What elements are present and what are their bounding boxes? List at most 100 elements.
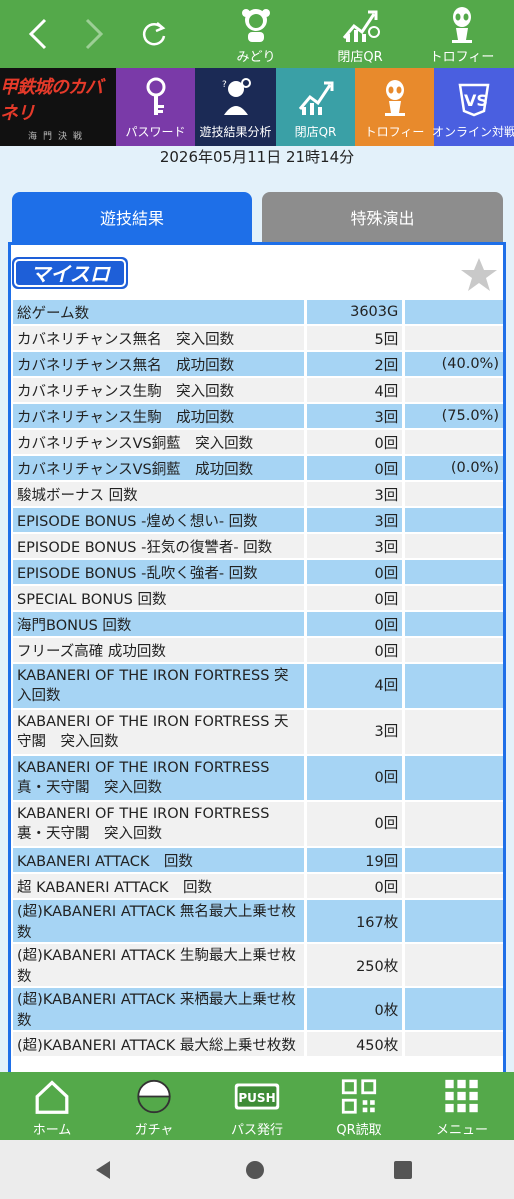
tab-special-effects[interactable]: 特殊演出 [262,192,503,242]
row-percentage [402,848,503,872]
table-row: (超)KABANERI ATTACK 生駒最大上乗せ枚数 250枚 [13,944,503,986]
home-icon [35,1080,69,1114]
row-percentage [402,874,503,898]
row-label: SPECIAL BONUS 回数 [13,586,304,610]
row-percentage: (75.0%) [402,404,503,428]
row-value: 167枚 [303,900,403,942]
row-value: 4回 [303,378,403,402]
system-recents-icon[interactable] [391,1158,415,1182]
trophy-label: トロフィー [429,50,495,65]
row-percentage [402,378,503,402]
grid-menu-icon [445,1079,478,1113]
row-value: 5回 [303,326,403,350]
row-percentage [402,664,503,708]
row-value: 0回 [303,874,403,898]
forward-button[interactable] [72,12,116,56]
row-percentage [402,612,503,636]
row-label: カバネリチャンス生駒 突入回数 [13,378,304,402]
pass-issue-label: パス発行 [230,1123,283,1138]
online-battle-tile[interactable]: VS オンライン対戦 [432,68,514,146]
closing-qr-button[interactable]: 閉店QR [312,4,408,66]
row-label: KABANERI OF THE IRON FORTRESS 天守閣 突入回数 [13,710,304,754]
row-percentage [402,1032,503,1056]
system-back-icon[interactable] [92,1158,116,1182]
vs-badge-icon: VS [458,83,490,117]
table-row: KABANERI OF THE IRON FORTRESS 天守閣 突入回数 3回 [13,710,503,754]
row-label: カバネリチャンス生駒 成功回数 [13,404,304,428]
closing-qr-tile[interactable]: 閉店QR [276,68,355,146]
top-toolbar: みどり 閉店QR トロフィー [0,0,514,68]
midori-button[interactable]: みどり [208,4,304,66]
table-row: KABANERI OF THE IRON FORTRESS 真・天守閣 突入回数… [13,756,503,800]
table-row: カバネリチャンスVS銅藍 突入回数 0回 [13,430,503,454]
row-value: 0回 [303,456,403,480]
svg-text:VS: VS [464,91,488,110]
row-label: フリーズ高確 成功回数 [13,638,304,662]
row-label: 総ゲーム数 [13,300,304,324]
favorite-star-icon[interactable] [459,255,499,295]
table-row: カバネリチャンス無名 突入回数 5回 [13,326,503,350]
row-percentage [402,802,503,846]
game-logo[interactable]: 甲鉄城のカバネリ 海門決戦 [0,68,116,146]
row-value: 3603G [303,300,403,324]
table-row: KABANERI ATTACK 回数 19回 [13,848,503,872]
row-percentage: (40.0%) [402,352,503,376]
menu-label: メニュー [435,1123,488,1138]
play-analysis-tile[interactable]: ? 遊技結果分析 [195,68,276,146]
table-row: (超)KABANERI ATTACK 無名最大上乗せ枚数 167枚 [13,900,503,942]
row-value: 3回 [303,482,403,506]
row-percentage [402,430,503,454]
reload-icon [142,22,166,46]
pass-issue-button[interactable]: PUSH パス発行 [207,1078,307,1138]
table-row: KABANERI OF THE IRON FORTRESS 突入回数 4回 [13,664,503,708]
gacha-capsule-icon [137,1079,171,1114]
row-value: 450枚 [303,1032,403,1056]
row-percentage [402,534,503,558]
girl-avatar-icon [242,9,270,42]
game-logo-subtitle: 海門決戦 [27,131,88,142]
trophy-tile[interactable]: トロフィー [355,68,434,146]
push-pass-icon: PUSH [234,1083,280,1110]
tab-play-results[interactable]: 遊技結果 [12,192,252,242]
row-label: KABANERI OF THE IRON FORTRESS 真・天守閣 突入回数 [13,756,304,800]
row-percentage [402,756,503,800]
row-percentage [402,988,503,1030]
home-button[interactable]: ホーム [2,1078,102,1138]
system-home-icon[interactable] [243,1158,267,1182]
trophy-button[interactable]: トロフィー [414,4,510,66]
reload-button[interactable] [132,12,176,56]
chevron-left-icon [28,18,47,50]
qr-scan-label: QR読取 [336,1123,382,1138]
row-percentage [402,638,503,662]
results-table: 総ゲーム数 3603G カバネリチャンス無名 突入回数 5回 カバネリチャンス無名 成功… [13,298,503,1058]
row-percentage [402,482,503,506]
row-label: カバネリチャンス無名 突入回数 [13,326,304,350]
gacha-button[interactable]: ガチャ [104,1078,204,1138]
row-percentage: (0.0%) [402,456,503,480]
password-label: パスワード [125,125,186,139]
key-icon [146,77,165,115]
midori-label: みどり [236,50,276,65]
row-value: 4回 [303,664,403,708]
svg-text:?: ? [222,80,227,90]
row-value: 0回 [303,430,403,454]
row-percentage [402,900,503,942]
menu-button[interactable]: メニュー [412,1078,512,1138]
row-percentage [402,508,503,532]
row-value: 3回 [303,534,403,558]
timestamp: 2026年05月11日 21時14分 [159,148,355,166]
home-label: ホーム [32,1123,72,1138]
chevron-right-icon [85,18,104,50]
online-battle-label: オンライン対戦 [432,125,514,139]
table-row: KABANERI OF THE IRON FORTRESS 裏・天守閣 突入回数… [13,802,503,846]
table-row: (超)KABANERI ATTACK 来栖最大上乗せ枚数 0枚 [13,988,503,1030]
qr-scan-button[interactable]: QR読取 [309,1078,409,1138]
row-label: カバネリチャンス無名 成功回数 [13,352,304,376]
row-label: KABANERI OF THE IRON FORTRESS 突入回数 [13,664,304,708]
back-button[interactable] [16,12,60,56]
myslo-logo: マイスロ [12,257,128,289]
game-logo-title: 甲鉄城のカバネリ [0,76,103,124]
row-value: 3回 [303,404,403,428]
qr-code-icon [341,1079,377,1114]
password-tile[interactable]: パスワード [116,68,195,146]
